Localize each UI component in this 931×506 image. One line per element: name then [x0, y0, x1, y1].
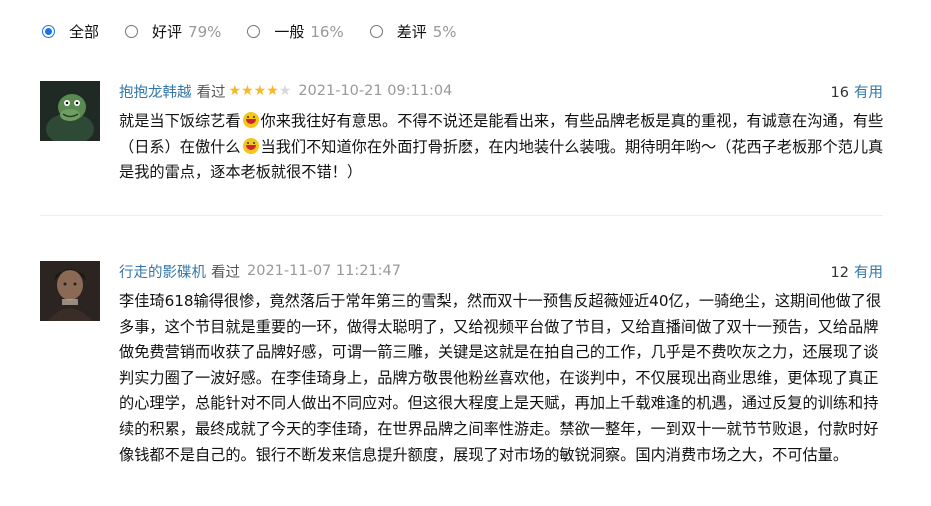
vote-count: 16 有用	[831, 81, 883, 102]
review-time: 2021-10-21 09:11:04	[298, 83, 453, 99]
author-link[interactable]: 抱抱龙韩越	[119, 81, 192, 102]
filter-percentage: 16%	[310, 22, 344, 41]
avatar[interactable]	[40, 261, 100, 321]
star-icon: ★	[253, 83, 267, 99]
filter-label: 好评	[152, 23, 183, 41]
review-text: 就是当下饭综艺看 你来我往好有意思。不得不说还是能看出来，有些品牌老板是真的重视，…	[119, 109, 887, 186]
radio-checked-icon[interactable]	[42, 25, 55, 38]
review-meta: 抱抱龙韩越 看过 ★ ★ ★ ★ ★ 2021-10-21 09:11:04	[119, 81, 883, 101]
review-meta: 行走的影碟机 看过 2021-11-07 11:21:47	[119, 261, 883, 281]
filter-all[interactable]: 全部	[42, 21, 99, 42]
useful-button[interactable]: 有用	[854, 265, 883, 281]
filter-label: 全部	[69, 23, 100, 41]
review-item: 抱抱龙韩越 看过 ★ ★ ★ ★ ★ 2021-10-21 09:11:04 16 有用 …	[40, 81, 883, 196]
useful-button[interactable]: 有用	[854, 85, 883, 101]
filter-percentage: 5%	[432, 22, 457, 41]
radio-icon[interactable]	[369, 25, 383, 38]
star-icon: ★	[228, 83, 242, 99]
watch-status: 看过	[211, 264, 240, 281]
avatar[interactable]	[40, 81, 100, 141]
filter-negative[interactable]: 差评 5%	[369, 21, 457, 42]
filter-label: 一般	[274, 23, 305, 41]
star-empty-icon: ★	[278, 83, 292, 99]
radio-icon[interactable]	[247, 25, 261, 38]
star-icon: ★	[266, 83, 279, 99]
review-time: 2021-11-07 11:21:47	[247, 263, 401, 279]
star-icon: ★	[241, 83, 254, 99]
laugh-emoji-icon	[242, 112, 259, 128]
vote-number: 16	[830, 85, 849, 101]
filter-neutral[interactable]: 一般 16%	[247, 21, 344, 42]
review-content: 抱抱龙韩越 看过 ★ ★ ★ ★ ★ 2021-10-21 09:11:04 16 有用 …	[119, 81, 883, 186]
review-content: 行走的影碟机 看过 2021-11-07 11:21:47 12 有用 李佳琦61…	[119, 261, 883, 468]
vote-count: 12 有用	[831, 261, 883, 282]
author-link[interactable]: 行走的影碟机	[119, 261, 206, 282]
laugh-emoji-icon	[242, 137, 259, 154]
radio-icon[interactable]	[125, 25, 139, 38]
review-text-part: 就是当下饭综艺看	[119, 112, 241, 130]
rating-filter-bar: 全部 好评 79% 一般 16% 差评 5%	[42, 21, 483, 42]
watch-status: 看过	[196, 84, 226, 101]
rating-stars: ★ ★ ★ ★ ★	[229, 84, 292, 98]
divider	[40, 215, 883, 216]
filter-label: 差评	[396, 23, 427, 41]
review-item: 行走的影碟机 看过 2021-11-07 11:21:47 12 有用 李佳琦61…	[40, 261, 883, 501]
filter-positive[interactable]: 好评 79%	[125, 21, 221, 42]
vote-number: 12	[830, 265, 849, 281]
filter-percentage: 79%	[188, 22, 222, 41]
review-text: 李佳琦618输得很惨，竟然落后于常年第三的雪梨，然而双十一预售反超薇娅近40亿，…	[119, 292, 882, 464]
